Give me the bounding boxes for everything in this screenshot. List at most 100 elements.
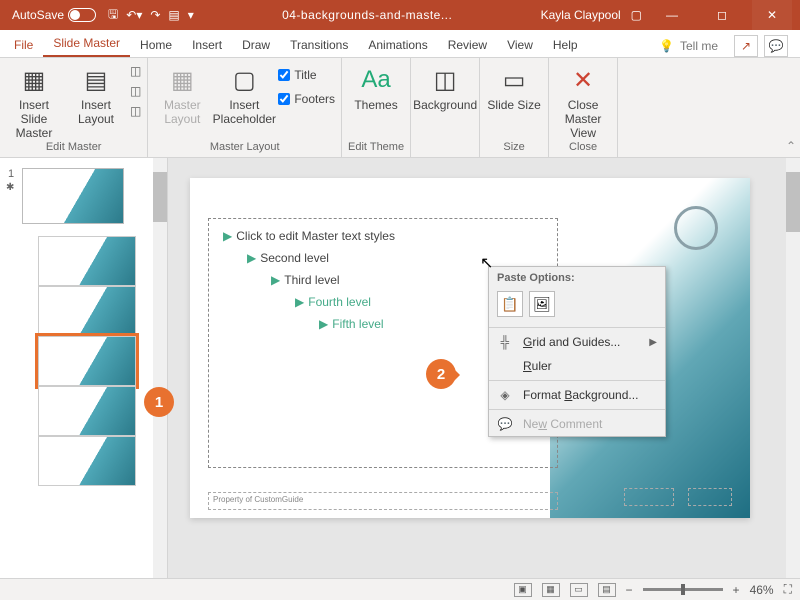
slide-size-icon: ▭ xyxy=(498,64,530,96)
group-label xyxy=(417,141,473,155)
slide-canvas[interactable]: ▶Click to edit Master text styles ▶Secon… xyxy=(190,178,750,518)
title-checkbox[interactable]: Title xyxy=(278,66,335,84)
tab-slide-master[interactable]: Slide Master xyxy=(43,31,130,57)
group-size: ▭ Slide Size Size xyxy=(480,58,549,157)
zoom-level[interactable]: 46% xyxy=(750,583,774,597)
autosave-label: AutoSave xyxy=(12,8,64,22)
btn-label: Close Master View xyxy=(555,98,611,140)
tab-review[interactable]: Review xyxy=(438,33,497,57)
btn-label: Themes xyxy=(354,98,397,112)
menu-grid-guides[interactable]: ╬ Grid and Guides... ▶ xyxy=(489,330,665,354)
tab-transitions[interactable]: Transitions xyxy=(280,33,358,57)
btn-label: Slide Size xyxy=(487,98,540,112)
layout-thumbnail-selected[interactable] xyxy=(38,336,136,386)
save-icon[interactable]: 🖫 xyxy=(108,5,118,26)
master-thumbnail[interactable] xyxy=(22,168,124,224)
normal-view-button[interactable]: ▣ xyxy=(514,583,532,597)
context-menu: Paste Options: 📋 🖼 ╬ Grid and Guides... … xyxy=(488,266,666,437)
menu-label: New Comment xyxy=(523,417,602,431)
placeholder-icon: ▢ xyxy=(228,64,260,96)
logo-icon xyxy=(674,206,718,250)
layout-thumbnail[interactable] xyxy=(38,286,136,336)
annotation-callout-1: 1 xyxy=(144,387,174,417)
tab-animations[interactable]: Animations xyxy=(358,33,437,57)
restore-button[interactable]: ◻ xyxy=(702,0,742,30)
tab-insert[interactable]: Insert xyxy=(182,33,232,57)
group-label: Master Layout xyxy=(154,141,335,155)
paste-picture-icon[interactable]: 🖼 xyxy=(529,291,555,317)
btn-label: Insert Layout xyxy=(68,98,124,126)
animation-star-icon: ✱ xyxy=(6,182,22,193)
background-button[interactable]: ◫ Background xyxy=(417,62,473,112)
delete-button[interactable]: ◫ xyxy=(130,64,141,78)
sorter-view-button[interactable]: ▦ xyxy=(542,583,560,597)
paste-keep-formatting-icon[interactable]: 📋 xyxy=(497,291,523,317)
annotation-callout-2: 2 xyxy=(426,359,456,389)
tab-file[interactable]: File xyxy=(4,33,43,57)
cursor-icon: ↖ xyxy=(480,253,493,273)
comments-button[interactable]: 💬 xyxy=(764,35,788,57)
slide-canvas-area: ▶Click to edit Master text styles ▶Secon… xyxy=(168,158,800,578)
slide-thumbnail-panel: 1 ✱ xyxy=(0,158,168,578)
thumbnail-scrollbar[interactable] xyxy=(153,158,167,578)
fit-to-window-button[interactable]: ⛶ xyxy=(784,582,792,597)
layout-thumbnail[interactable] xyxy=(38,436,136,486)
menu-new-comment: 💬 New Comment xyxy=(489,412,665,436)
btn-label: Insert Placeholder xyxy=(213,98,276,126)
group-background: ◫ Background xyxy=(411,58,480,157)
layout-thumbnail[interactable] xyxy=(38,236,136,286)
grid-icon: ╬ xyxy=(497,335,513,349)
minimize-button[interactable]: — xyxy=(652,0,692,30)
slide-master-icon: ▦ xyxy=(18,64,50,96)
ribbon-tabs: File Slide Master Home Insert Draw Trans… xyxy=(0,30,800,58)
insert-slide-master-button[interactable]: ▦ Insert Slide Master xyxy=(6,62,62,140)
ribbon-options-icon[interactable]: ▢ xyxy=(631,8,642,22)
layout-thumbnail[interactable] xyxy=(38,386,136,436)
tab-draw[interactable]: Draw xyxy=(232,33,280,57)
footer-placeholder[interactable]: Property of CustomGuide xyxy=(208,492,558,510)
status-bar: ▣ ▦ ▭ ▤ − + 46% ⛶ xyxy=(0,578,800,600)
zoom-in-button[interactable]: + xyxy=(733,583,740,597)
zoom-slider[interactable] xyxy=(643,588,723,591)
autosave-toggle[interactable]: AutoSave xyxy=(12,8,96,22)
zoom-out-button[interactable]: − xyxy=(626,583,633,597)
close-button[interactable]: ✕ xyxy=(752,0,792,30)
insert-placeholder-button[interactable]: ▢ Insert Placeholder xyxy=(216,62,272,126)
group-label: Size xyxy=(486,141,542,155)
tab-view[interactable]: View xyxy=(497,33,543,57)
layout-icon: ▤ xyxy=(80,64,112,96)
menu-label: Ruler xyxy=(523,359,552,373)
btn-label: Insert Slide Master xyxy=(6,98,62,140)
menu-format-background[interactable]: ◈ Format Background... xyxy=(489,383,665,407)
vertical-scrollbar[interactable] xyxy=(786,158,800,578)
slide-number-placeholder[interactable] xyxy=(688,488,732,506)
menu-label: Grid and Guides... xyxy=(523,335,620,349)
insert-layout-button[interactable]: ▤ Insert Layout xyxy=(68,62,124,126)
slideshow-icon[interactable]: ▤ xyxy=(168,8,179,22)
footers-checkbox[interactable]: Footers xyxy=(278,90,335,108)
themes-icon: Aa xyxy=(360,64,392,96)
date-placeholder[interactable] xyxy=(624,488,674,506)
slideshow-view-button[interactable]: ▤ xyxy=(598,583,616,597)
tab-help[interactable]: Help xyxy=(543,33,588,57)
reading-view-button[interactable]: ▭ xyxy=(570,583,588,597)
rename-button[interactable]: ◫ xyxy=(130,84,141,98)
tell-me-label: Tell me xyxy=(680,39,718,53)
collapse-ribbon-icon[interactable]: ⌃ xyxy=(786,58,800,157)
group-edit-theme: Aa Themes Edit Theme xyxy=(342,58,411,157)
redo-icon[interactable]: ↷ xyxy=(150,8,160,22)
preserve-button[interactable]: ◫ xyxy=(130,104,141,118)
share-button[interactable]: ↗ xyxy=(734,35,758,57)
menu-ruler[interactable]: Ruler xyxy=(489,354,665,378)
paste-options-header: Paste Options: xyxy=(489,267,665,287)
close-master-view-button[interactable]: ✕ Close Master View xyxy=(555,62,611,140)
btn-label: Master Layout xyxy=(154,98,210,126)
slide-size-button[interactable]: ▭ Slide Size xyxy=(486,62,542,112)
ribbon: ▦ Insert Slide Master ▤ Insert Layout ◫ … xyxy=(0,58,800,158)
user-name[interactable]: Kayla Claypool xyxy=(541,8,621,22)
tell-me-search[interactable]: 💡 Tell me ↗ 💬 xyxy=(659,35,796,57)
undo-icon[interactable]: ↶▾ xyxy=(126,8,142,22)
themes-button[interactable]: Aa Themes xyxy=(348,62,404,112)
group-label: Close xyxy=(555,141,611,155)
tab-home[interactable]: Home xyxy=(130,33,182,57)
